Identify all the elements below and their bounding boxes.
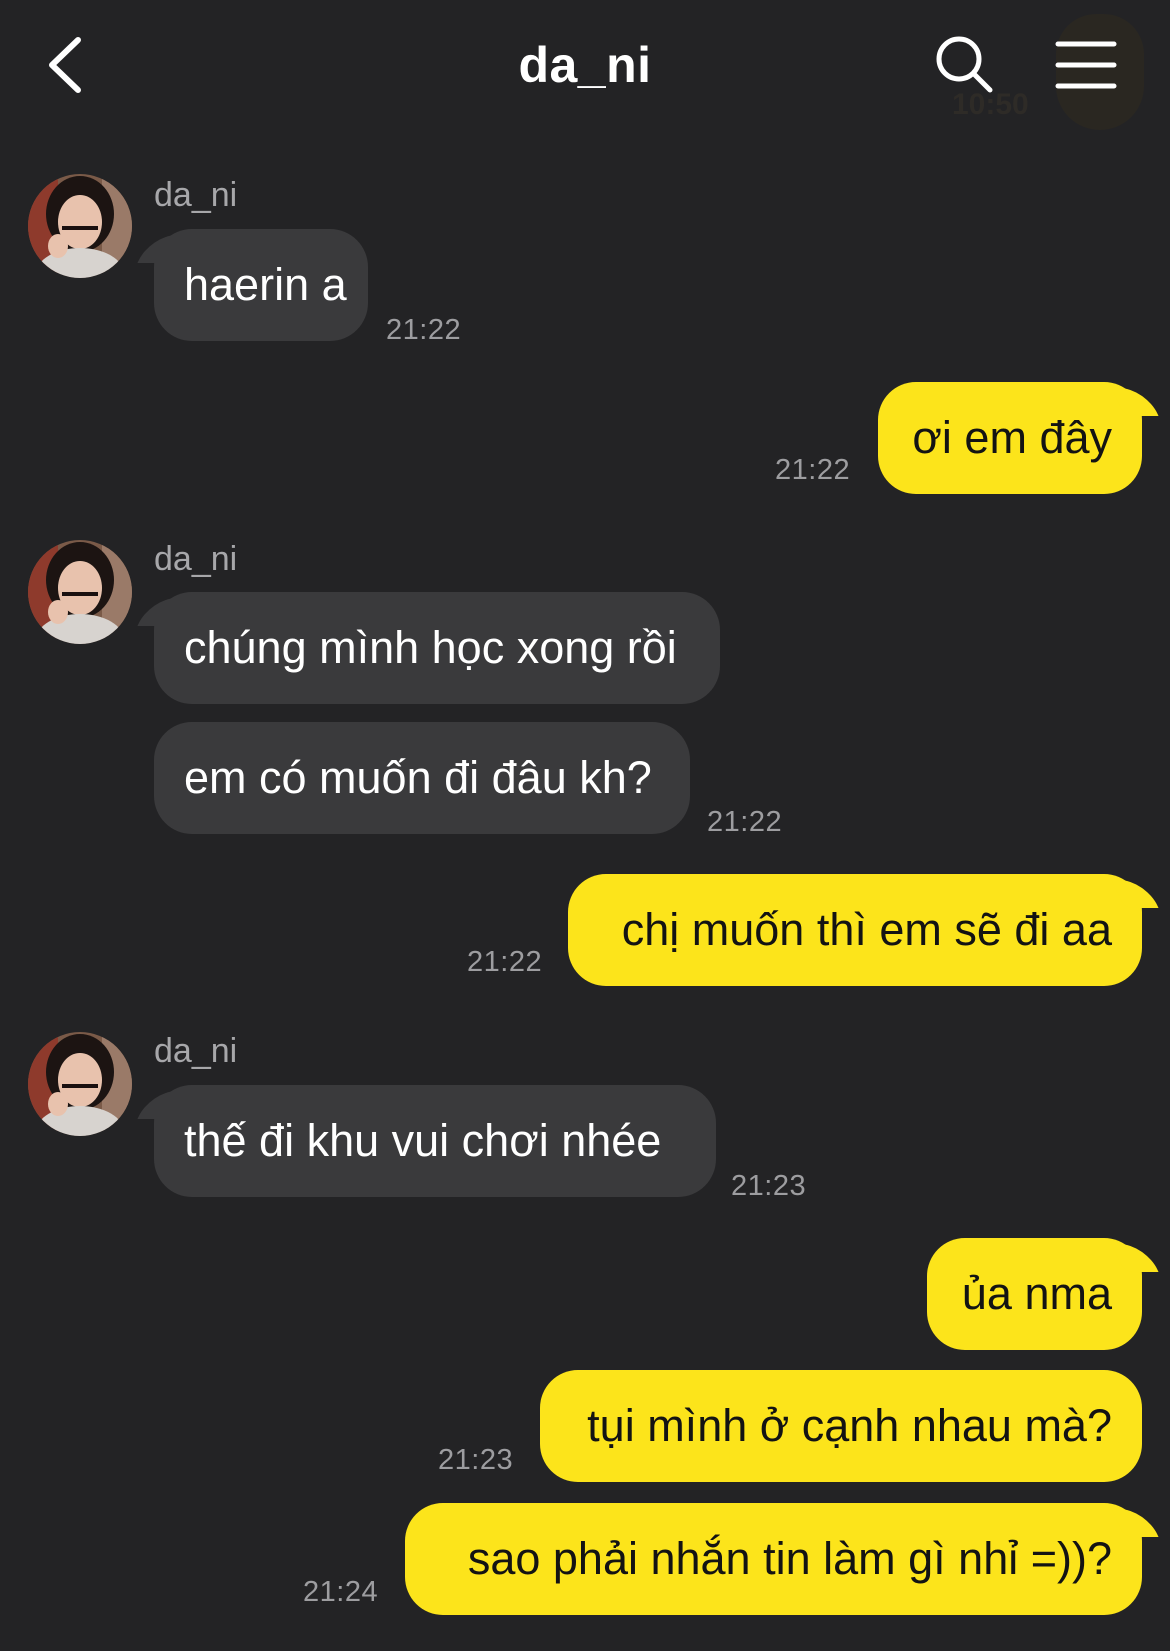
message-bubble-outgoing[interactable]: tụi mình ở cạnh nhau mà? (540, 1370, 1142, 1482)
profile-photo-icon (28, 1032, 132, 1136)
message-time: 21:24 (303, 1576, 379, 1608)
chevron-left-icon (49, 37, 81, 93)
message-time: 21:22 (707, 806, 783, 838)
menu-button[interactable] (1048, 30, 1124, 100)
search-button[interactable] (930, 30, 1000, 100)
profile-photo-icon (28, 540, 132, 644)
chat-header: 10:50 da_ni (0, 0, 1170, 140)
message-bubble-outgoing[interactable]: ơi em đây (878, 382, 1142, 494)
sender-name: da_ni (154, 540, 238, 578)
avatar[interactable] (28, 1032, 132, 1136)
message-bubble-incoming[interactable]: chúng mình học xong rồi (154, 592, 720, 704)
message-time: 21:23 (731, 1170, 807, 1202)
message-bubble-incoming[interactable]: haerin a (154, 229, 368, 341)
message-bubble-outgoing[interactable]: chị muốn thì em sẽ đi aa (568, 874, 1142, 986)
sender-name: da_ni (154, 1032, 238, 1070)
search-icon (936, 36, 993, 93)
message-bubble-incoming[interactable]: thế đi khu vui chơi nhée (154, 1085, 716, 1197)
profile-photo-icon (28, 174, 132, 278)
back-button[interactable] (40, 30, 100, 100)
message-time: 21:22 (467, 946, 543, 978)
avatar[interactable] (28, 540, 132, 644)
sender-name: da_ni (154, 176, 238, 214)
message-bubble-outgoing[interactable]: ủa nma (927, 1238, 1142, 1350)
message-bubble-incoming[interactable]: em có muốn đi đâu kh? (154, 722, 690, 834)
avatar[interactable] (28, 174, 132, 278)
message-time: 21:22 (386, 314, 462, 346)
message-time: 21:22 (775, 454, 851, 486)
hamburger-menu-icon (1055, 41, 1117, 89)
message-bubble-outgoing[interactable]: sao phải nhắn tin làm gì nhỉ =))? (405, 1503, 1142, 1615)
message-time: 21:23 (438, 1444, 514, 1476)
